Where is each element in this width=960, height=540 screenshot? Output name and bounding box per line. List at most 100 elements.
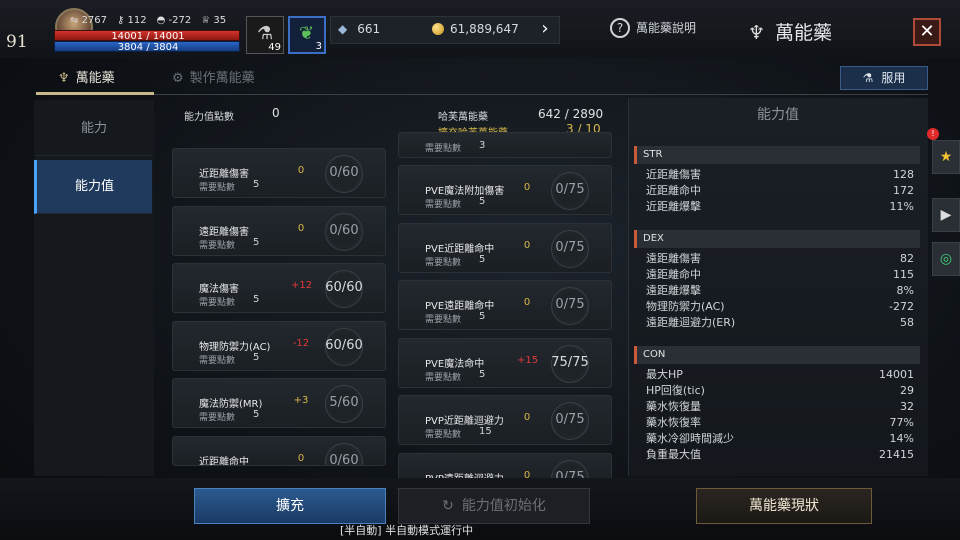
stat-row-value: 82: [900, 252, 914, 265]
stat-row-value: -272: [889, 300, 914, 313]
stat-row-value: 11%: [889, 200, 914, 213]
tab-craft-elixir[interactable]: ⚙ 製作萬能藥: [172, 67, 255, 86]
potion-label: 哈芙萬能藥: [438, 112, 488, 123]
req-value: 5: [479, 368, 486, 380]
stat-bonus: 0: [523, 182, 531, 193]
req-value: 5: [479, 196, 486, 207]
stat-row: 遠距離迴避力(ER) 58: [646, 315, 914, 331]
stat-row-name: 物理防禦力(AC): [646, 300, 725, 313]
crystal-currency: ◆ 661: [338, 22, 380, 36]
stat-name: PVE遠距離命中: [425, 301, 495, 312]
stat-row-name: 遠距離命中: [646, 268, 701, 281]
elixir-status-button[interactable]: 萬能藥現狀: [696, 488, 872, 524]
stat-d-value: 35: [213, 15, 227, 26]
stat-row: 遠距離命中 115: [646, 267, 914, 283]
gold-coin-icon: [432, 23, 444, 35]
stat-row-value: 58: [900, 316, 914, 329]
stat-progress: 0/75: [555, 182, 585, 197]
mp-bar: 3804 / 3804: [54, 41, 240, 53]
stat-row-name: 近距離命中: [646, 184, 701, 197]
stat-card[interactable]: 遠距離傷害 需要點數 5 0 0/60: [172, 205, 386, 256]
star-side-button[interactable]: ★: [932, 140, 960, 174]
stat-row: 藥水冷卻時間減少 14%: [646, 431, 914, 447]
reset-stats-button[interactable]: ↻ 能力值初始化: [398, 488, 590, 524]
stat-progress: 5/60: [329, 395, 359, 410]
partial-card[interactable]: 需要點數 3: [398, 132, 612, 158]
stat-row-value: 77%: [889, 416, 914, 429]
req-label: 需要點數: [199, 183, 236, 193]
req-value: 3: [479, 140, 486, 151]
tab-divider: [36, 94, 928, 95]
play-side-button[interactable]: ▶: [932, 198, 960, 232]
stat-section-header: CON: [634, 346, 920, 364]
stat-progress: 60/60: [325, 337, 363, 353]
stat-bonus: 0: [523, 239, 531, 251]
stats-panel-title: 能力值: [757, 107, 799, 123]
elixir-icon: ♆: [748, 22, 766, 44]
points-value: 0: [272, 106, 280, 120]
stat-card[interactable]: PVE魔法命中 需要點數 5 +15 75/75: [398, 337, 612, 388]
tab-elixir[interactable]: ♆ 萬能藥: [58, 67, 115, 86]
stat-row-name: 藥水冷卻時間減少: [646, 432, 734, 445]
stat-card[interactable]: 魔法防禦(MR) 需要點數 5 +3 5/60: [172, 378, 386, 428]
stat-section-header: STR: [634, 146, 920, 164]
quick-slot-potion[interactable]: ⚗ 49: [246, 16, 284, 54]
play-icon: ▶: [940, 207, 952, 223]
stat-row-name: 遠距離迴避力(ER): [646, 316, 736, 329]
stat-a: ⇋ 2767: [70, 15, 108, 26]
stat-row-value: 14001: [879, 368, 914, 381]
stat-row-name: 藥水恢復率: [646, 416, 701, 429]
req-label: 需要點數: [199, 240, 236, 251]
close-button[interactable]: ✕: [913, 18, 941, 46]
mp-text: 3804 / 3804: [117, 42, 179, 53]
expand-button[interactable]: 擴充: [194, 488, 386, 524]
req-label: 需要點數: [425, 257, 462, 268]
stat-name: 近距離傷害: [199, 169, 249, 180]
stat-card[interactable]: PVE魔法附加傷害 需要點數 5 0 0/75: [398, 165, 612, 215]
stat-c: ◓ -272: [156, 15, 192, 26]
stat-card[interactable]: PVP近距離迴避力 需要點數 15 0 0/75: [398, 395, 612, 445]
stat-card[interactable]: PVE遠距離命中 需要點數 5 0 0/75: [398, 280, 612, 330]
stat-name: PVE魔法附加傷害: [425, 186, 505, 197]
stat-progress: 0/75: [555, 239, 585, 255]
stat-card[interactable]: 近距離命中 0 0/60: [172, 435, 386, 466]
nav-stats[interactable]: 能力值: [34, 160, 152, 214]
help-label: 萬能藥說明: [636, 21, 697, 35]
stat-progress: 0/60: [329, 165, 359, 180]
potion-icon: ⚗: [257, 23, 274, 44]
page-title: ♆ 萬能藥: [748, 18, 832, 45]
stat-b: ⚷ 112: [117, 15, 147, 26]
stat-card[interactable]: PVE近距離命中 需要點數 5 0 0/75: [398, 222, 612, 273]
chevron-right-icon[interactable]: ›: [534, 17, 556, 43]
stat-progress: 60/60: [325, 280, 363, 295]
stat-row-value: 115: [893, 268, 914, 281]
stat-row: 藥水恢復率 77%: [646, 415, 914, 431]
stat-row-name: 遠距離爆擊: [646, 284, 701, 297]
stat-row-name: 遠距離傷害: [646, 252, 701, 265]
req-value: 5: [253, 294, 260, 305]
gold-value: 61,889,647: [450, 22, 519, 36]
help-button[interactable]: ? 萬能藥說明: [610, 18, 696, 38]
stat-progress: 0/75: [555, 297, 585, 312]
use-button-label: 服用: [881, 71, 906, 85]
leaf-icon: ❦: [299, 23, 315, 44]
swirl-side-button[interactable]: ◎: [932, 242, 960, 276]
req-value: 5: [253, 179, 260, 190]
quick-slot-leaf[interactable]: ❦ 3: [288, 16, 326, 54]
stat-card[interactable]: 近距離傷害 需要點數 5 0 0/60: [172, 148, 386, 198]
stat-card[interactable]: 魔法傷害 需要點數 5 +12 60/60: [172, 263, 386, 313]
tab-craft-label: 製作萬能藥: [189, 71, 255, 86]
flask-icon: ⚗: [862, 71, 874, 85]
stat-row: HP回復(tic) 29: [646, 383, 914, 399]
nav-ability[interactable]: 能力: [36, 102, 152, 156]
stat-card[interactable]: 物理防禦力(AC) 需要點數 5 -12 60/60: [172, 320, 386, 371]
refresh-icon: ↻: [442, 498, 454, 514]
crystal-value: 661: [357, 22, 381, 36]
req-label: 需要點數: [425, 372, 462, 383]
craft-icon: ⚙: [172, 71, 184, 86]
stat-row: 近距離爆擊 11%: [646, 199, 914, 215]
use-button[interactable]: ⚗ 服用: [840, 66, 928, 90]
stat-name: 遠距離傷害: [199, 226, 249, 238]
active-tab-underline: [36, 92, 154, 95]
stat-row: 近距離傷害 128: [646, 167, 914, 183]
